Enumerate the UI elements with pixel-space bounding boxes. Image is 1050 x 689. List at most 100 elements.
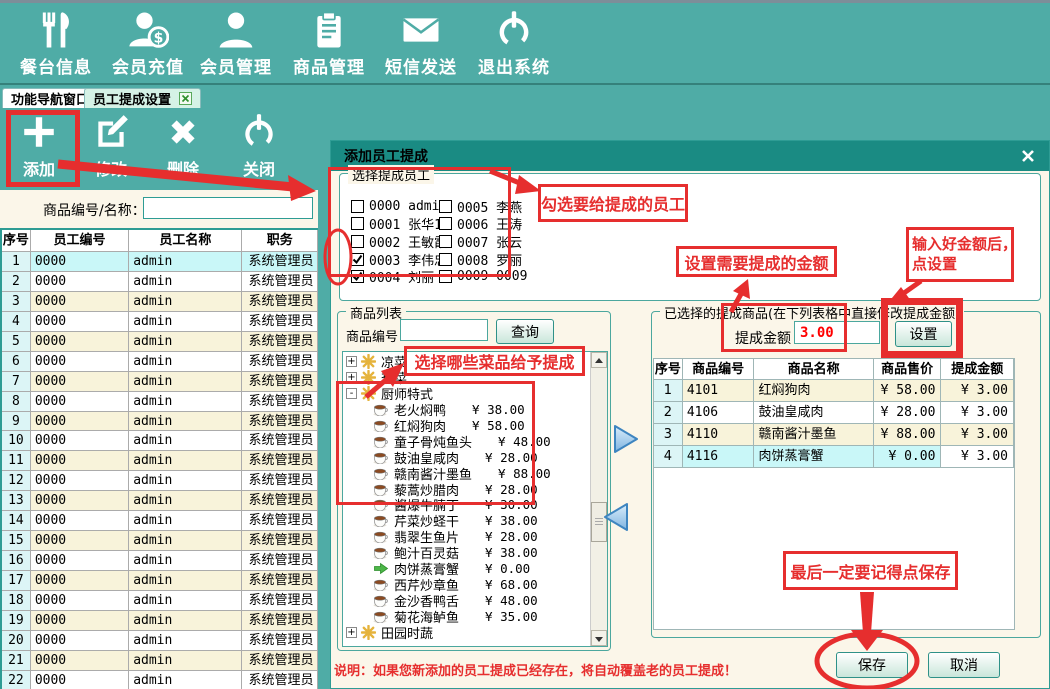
tree-item-row[interactable]: 肉饼蒸膏蟹¥ 0.00 (343, 561, 590, 577)
tree-item-row[interactable]: 芹菜炒蛏干¥ 38.00 (343, 513, 590, 529)
cell: 4 (654, 446, 683, 468)
product-code-input[interactable] (400, 319, 488, 341)
set-button[interactable]: 设置 (895, 321, 952, 347)
employee-row[interactable]: 220000admin系统管理员 (2, 671, 318, 689)
employee-row[interactable]: 20000admin系统管理员 (2, 272, 318, 292)
employee-option[interactable]: 0005 李燕 (439, 198, 522, 214)
scroll-up-icon[interactable] (591, 352, 607, 368)
scroll-down-icon[interactable] (591, 630, 607, 646)
cell: ¥ 88.00 (874, 424, 942, 446)
employee-checkbox[interactable] (439, 200, 452, 213)
employee-option[interactable]: 0002 王敏霞 (351, 233, 447, 249)
employee-row[interactable]: 180000admin系统管理员 (2, 591, 318, 611)
employee-option[interactable]: 0006 王涛 (439, 216, 522, 232)
toolbar-button-member-manage[interactable]: 会员管理 (192, 9, 280, 83)
employee-row[interactable]: 200000admin系统管理员 (2, 631, 318, 651)
employee-row[interactable]: 130000admin系统管理员 (2, 491, 318, 511)
tree-item-row[interactable]: 翡翠生鱼片¥ 28.00 (343, 529, 590, 545)
employee-row[interactable]: 110000admin系统管理员 (2, 451, 318, 471)
tree-expander-icon[interactable]: + (346, 627, 357, 638)
column-header: 商品名称 (754, 359, 873, 380)
tree-item-row[interactable]: 藜蒿炒腊肉¥ 28.00 (343, 481, 590, 497)
tab-commission-settings[interactable]: 员工提成设置 (84, 88, 201, 108)
tab-close-icon[interactable] (179, 92, 192, 105)
employee-row[interactable]: 210000admin系统管理员 (2, 651, 318, 671)
action-button-add[interactable]: 添加 (8, 112, 70, 186)
tree-item-row[interactable]: 西芹炒章鱼¥ 68.00 (343, 576, 590, 592)
tree-item-row[interactable]: 金沙香鸭舌¥ 48.00 (343, 592, 590, 608)
employee-row[interactable]: 160000admin系统管理员 (2, 551, 318, 571)
tree-item-row[interactable]: 酱爆牛腩丁¥ 30.00 (343, 497, 590, 513)
employee-option[interactable]: 0009 0009 (439, 269, 527, 285)
tree-category-row[interactable]: -厨师特式 (343, 386, 590, 402)
commission-amount-input[interactable] (794, 321, 880, 344)
tree-item-row[interactable]: 童子骨炖鱼头¥ 48.00 (343, 433, 590, 449)
toolbar-button-product-manage[interactable]: 商品管理 (285, 9, 373, 83)
tree-expander-icon[interactable]: + (346, 372, 357, 383)
employee-row[interactable]: 40000admin系统管理员 (2, 312, 318, 332)
toolbar-button-sms-send[interactable]: 短信发送 (377, 9, 465, 83)
toolbar-button-table-info[interactable]: 餐台信息 (12, 9, 100, 83)
toolbar-label: 餐台信息 (12, 53, 100, 78)
cell: 0000 (31, 531, 129, 551)
employee-checkbox[interactable] (439, 217, 452, 230)
employee-checkbox[interactable] (439, 270, 452, 283)
dialog-close-icon[interactable] (1021, 149, 1035, 163)
employee-option[interactable]: 0008 罗丽 (439, 251, 522, 267)
employee-row[interactable]: 60000admin系统管理员 (2, 352, 318, 372)
tree-expander-icon[interactable]: + (346, 356, 357, 367)
query-button[interactable]: 查询 (496, 319, 554, 344)
employee-row[interactable]: 100000admin系统管理员 (2, 431, 318, 451)
employee-row[interactable]: 30000admin系统管理员 (2, 292, 318, 312)
employee-row[interactable]: 90000admin系统管理员 (2, 412, 318, 432)
action-button-edit[interactable]: 修改 (80, 112, 142, 186)
product-search-input[interactable] (143, 197, 313, 219)
selected-row[interactable]: 34110赣南酱汁墨鱼¥ 88.00¥ 3.00 (654, 424, 1014, 446)
selected-row[interactable]: 24106鼓油皇咸肉¥ 28.00¥ 3.00 (654, 402, 1014, 424)
toolbar-button-member-recharge[interactable]: $会员充值 (104, 9, 192, 83)
tree-item-row[interactable]: 鲍汁百灵菇¥ 38.00 (343, 545, 590, 561)
selected-row[interactable]: 14101红焖狗肉¥ 58.00¥ 3.00 (654, 380, 1014, 402)
employee-option[interactable]: 0000 admin (351, 198, 447, 214)
action-label: 添加 (8, 156, 70, 180)
cancel-button[interactable]: 取消 (928, 652, 1000, 678)
move-right-icon[interactable] (613, 424, 639, 454)
move-left-icon[interactable] (603, 502, 629, 532)
employee-row[interactable]: 10000admin系统管理员 (2, 252, 318, 272)
employee-row[interactable]: 70000admin系统管理员 (2, 372, 318, 392)
cell: 0000 (31, 631, 129, 651)
employee-row[interactable]: 50000admin系统管理员 (2, 332, 318, 352)
action-button-close[interactable]: 关闭 (228, 112, 290, 186)
tree-category-row[interactable]: +田园时蔬 (343, 624, 590, 640)
cell: ¥ 28.00 (874, 402, 942, 424)
employee-checkbox[interactable] (351, 253, 364, 266)
employee-checkbox[interactable] (439, 235, 452, 248)
employee-option[interactable]: 0003 李伟忠 (351, 251, 447, 267)
save-button[interactable]: 保存 (836, 652, 908, 678)
employee-checkbox[interactable] (351, 217, 364, 230)
employee-row[interactable]: 170000admin系统管理员 (2, 571, 318, 591)
employee-row[interactable]: 120000admin系统管理员 (2, 471, 318, 491)
toolbar-button-exit-system[interactable]: 退出系统 (470, 9, 558, 83)
employee-checkbox[interactable] (351, 270, 364, 283)
tree-scrollbar[interactable] (590, 352, 607, 646)
employee-checkbox[interactable] (351, 235, 364, 248)
selected-row[interactable]: 44116肉饼蒸膏蟹¥ 0.00¥ 3.00 (654, 446, 1014, 468)
svg-text:$: $ (154, 30, 164, 46)
category-flower-icon (361, 354, 376, 369)
employee-checkbox[interactable] (439, 253, 452, 266)
employee-checkbox[interactable] (351, 200, 364, 213)
employee-row[interactable]: 150000admin系统管理员 (2, 531, 318, 551)
cell: 0000 (31, 372, 129, 392)
cell: ¥ 3.00 (941, 424, 1014, 446)
employee-option[interactable]: 0007 张云 (439, 233, 522, 249)
tree-item-row[interactable]: 老火焖鸭¥ 38.00 (343, 402, 590, 418)
action-button-delete[interactable]: 删除 (152, 112, 214, 186)
employee-option[interactable]: 0004 刘丽 (351, 269, 434, 285)
tree-item-row[interactable]: 赣南酱汁墨鱼¥ 88.00 (343, 465, 590, 481)
tree-expander-icon[interactable]: - (346, 388, 357, 399)
employee-option[interactable]: 0001 张华1 (351, 216, 442, 232)
employee-row[interactable]: 190000admin系统管理员 (2, 611, 318, 631)
employee-row[interactable]: 140000admin系统管理员 (2, 511, 318, 531)
employee-row[interactable]: 80000admin系统管理员 (2, 392, 318, 412)
